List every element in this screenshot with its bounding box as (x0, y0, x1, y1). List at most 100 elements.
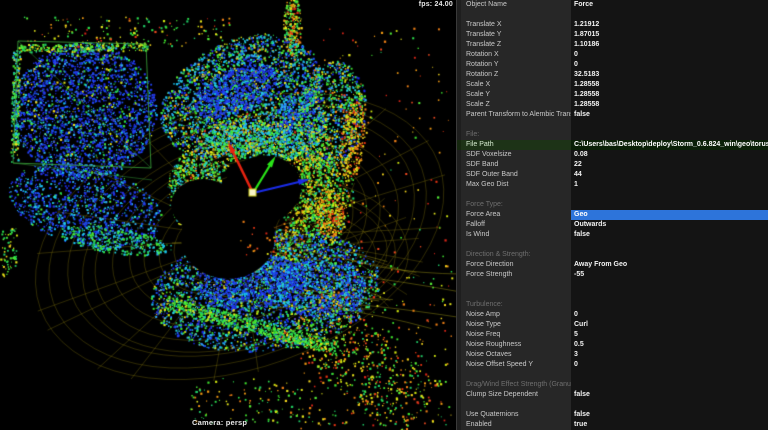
panel-blank-row (457, 290, 768, 300)
property-label: Force Strength (457, 270, 571, 280)
property-value-field[interactable]: false (571, 110, 768, 120)
property-row-translate-z: Translate Z1.10186 (457, 40, 768, 50)
section-header-label: Direction & Strength: (457, 250, 571, 260)
camera-readout: Camera: persp (192, 418, 247, 427)
property-label: Force Direction (457, 260, 571, 270)
property-row-parent-transform-to-alembic-trans: Parent Transform to Alembic Trans...fals… (457, 110, 768, 120)
section-header-spacer (571, 200, 768, 210)
property-value-field[interactable]: false (571, 390, 768, 400)
property-row-scale-z: Scale Z1.28558 (457, 100, 768, 110)
property-value-field[interactable]: 1.21912 (571, 20, 768, 30)
property-row-clump-size-dependent: Clump Size Dependentfalse (457, 390, 768, 400)
property-row-noise-roughness: Noise Roughness0.5 (457, 340, 768, 350)
property-label: Use Quaternions (457, 410, 571, 420)
property-label: Scale Z (457, 100, 571, 110)
property-value-field[interactable]: 0 (571, 310, 768, 320)
property-row-rotation-x: Rotation X0 (457, 50, 768, 60)
section-header-label: Drag/Wind Effect Strength (Granu... (457, 380, 571, 390)
property-row-use-quaternions: Use Quaternionsfalse (457, 410, 768, 420)
property-row-translate-x: Translate X1.21912 (457, 20, 768, 30)
property-row-max-geo-dist: Max Geo Dist1 (457, 180, 768, 190)
panel-blank-row (457, 370, 768, 380)
property-value-field[interactable]: 0.08 (571, 150, 768, 160)
property-value-field[interactable]: Outwards (571, 220, 768, 230)
property-value-field[interactable]: Curl (571, 320, 768, 330)
property-row-sdf-outer-band: SDF Outer Band44 (457, 170, 768, 180)
section-header-spacer (571, 130, 768, 140)
property-row-force-area: Force AreaGeo (457, 210, 768, 220)
property-value-field[interactable]: 32.5183 (571, 70, 768, 80)
property-value-field[interactable]: 22 (571, 160, 768, 170)
property-label: Noise Roughness (457, 340, 571, 350)
property-value-field[interactable]: 1.28558 (571, 100, 768, 110)
property-label: File Path (457, 140, 571, 150)
property-row-scale-y: Scale Y1.28558 (457, 90, 768, 100)
section-header-label: Turbulence: (457, 300, 571, 310)
section-header-file: File: (457, 130, 768, 140)
viewport-3d-canvas[interactable] (0, 0, 456, 430)
property-row-enabled: Enabledtrue (457, 420, 768, 430)
property-value-field[interactable]: false (571, 230, 768, 240)
section-header-turbulence: Turbulence: (457, 300, 768, 310)
property-label: Noise Amp (457, 310, 571, 320)
property-row-noise-type: Noise TypeCurl (457, 320, 768, 330)
property-label: Translate Y (457, 30, 571, 40)
section-header-label: File: (457, 130, 571, 140)
property-value-field[interactable]: 0 (571, 360, 768, 370)
property-row-rotation-y: Rotation Y0 (457, 60, 768, 70)
properties-panel: Object NameForceTranslate X1.21912Transl… (456, 0, 768, 430)
section-header-force-type: Force Type: (457, 200, 768, 210)
property-value-field[interactable]: Away From Geo (571, 260, 768, 270)
property-row-scale-x: Scale X1.28558 (457, 80, 768, 90)
property-value-field[interactable]: 1.28558 (571, 80, 768, 90)
property-label: Translate X (457, 20, 571, 30)
property-row-noise-freq: Noise Freq5 (457, 330, 768, 340)
property-row-force-strength: Force Strength-55 (457, 270, 768, 280)
section-header-spacer (571, 250, 768, 260)
property-label: Scale X (457, 80, 571, 90)
fps-readout: fps: 24.00 (419, 1, 453, 8)
property-value-field[interactable]: 1.28558 (571, 90, 768, 100)
property-label: Rotation X (457, 50, 571, 60)
property-label: Noise Freq (457, 330, 571, 340)
panel-blank-row (457, 10, 768, 20)
property-label: Max Geo Dist (457, 180, 571, 190)
property-label: Noise Type (457, 320, 571, 330)
property-label: Rotation Y (457, 60, 571, 70)
property-value-field[interactable]: 1.87015 (571, 30, 768, 40)
property-value-field[interactable]: 5 (571, 330, 768, 340)
property-value-field[interactable]: 0.5 (571, 340, 768, 350)
section-header-spacer (571, 300, 768, 310)
property-label: Noise Offset Speed Y (457, 360, 571, 370)
property-value-field[interactable]: Geo (571, 210, 768, 220)
storm-app-window: fps: 24.00 Camera: persp Object NameForc… (0, 0, 768, 430)
property-value-field[interactable]: 44 (571, 170, 768, 180)
property-value-field[interactable]: false (571, 410, 768, 420)
property-value-field[interactable]: true (571, 420, 768, 430)
property-value-field[interactable]: -55 (571, 270, 768, 280)
section-header-label: Force Type: (457, 200, 571, 210)
property-row-sdf-band: SDF Band22 (457, 160, 768, 170)
property-value-field[interactable]: 1.10186 (571, 40, 768, 50)
property-value-field[interactable]: 0 (571, 60, 768, 70)
property-label: SDF Band (457, 160, 571, 170)
property-value-field[interactable]: 1 (571, 180, 768, 190)
property-row-rotation-z: Rotation Z32.5183 (457, 70, 768, 80)
property-value-field[interactable]: Force (571, 0, 768, 10)
property-row-force-direction: Force DirectionAway From Geo (457, 260, 768, 270)
property-label: Is Wind (457, 230, 571, 240)
property-label: Noise Octaves (457, 350, 571, 360)
property-row-is-wind: Is Windfalse (457, 230, 768, 240)
property-value-field[interactable]: 0 (571, 50, 768, 60)
property-label: Rotation Z (457, 70, 571, 80)
panel-blank-row (457, 120, 768, 130)
panel-blank-row (457, 190, 768, 200)
viewport-3d[interactable]: fps: 24.00 Camera: persp (0, 0, 456, 430)
property-label: Clump Size Dependent (457, 390, 571, 400)
property-label: Parent Transform to Alembic Trans... (457, 110, 571, 120)
property-row-translate-y: Translate Y1.87015 (457, 30, 768, 40)
property-value-field[interactable]: C:\Users\bas\Desktop\deploy\Storm_0.6.82… (571, 140, 768, 150)
property-label: Translate Z (457, 40, 571, 50)
property-row-noise-offset-speed-y: Noise Offset Speed Y0 (457, 360, 768, 370)
property-value-field[interactable]: 3 (571, 350, 768, 360)
